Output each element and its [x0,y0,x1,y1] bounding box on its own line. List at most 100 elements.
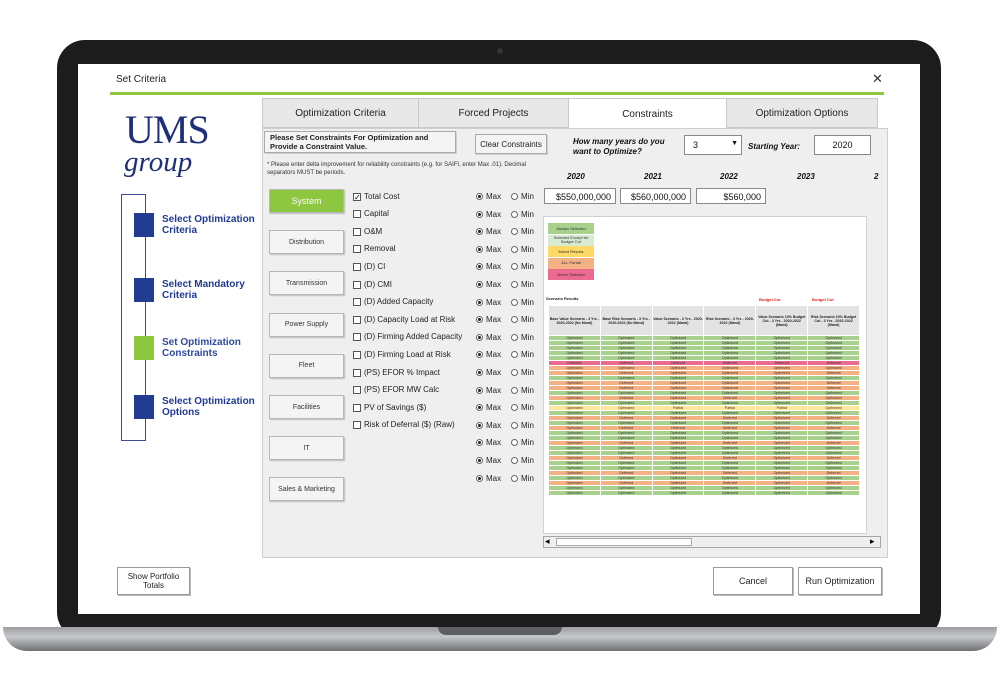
metric-checkbox[interactable] [353,350,361,359]
metric-checkbox[interactable] [353,333,361,342]
step-label[interactable]: Select Optimization Criteria [162,214,262,236]
metric-label: (D) CI [364,261,386,271]
category-button-fleet[interactable]: Fleet [269,353,344,378]
category-button-it[interactable]: IT [269,436,344,461]
min-radio[interactable] [511,193,518,200]
metric-checkbox[interactable] [353,386,361,395]
max-radio[interactable] [476,245,483,253]
min-radio[interactable] [511,386,518,394]
scrollbar-thumb[interactable] [556,538,692,546]
max-label: Max [486,192,502,201]
metric-label: Removal [364,244,396,254]
clear-constraints-button[interactable]: Clear Constraints [475,134,547,154]
metric-checkbox[interactable] [353,245,361,254]
scroll-left-icon[interactable]: ◂ [545,536,550,547]
min-radio[interactable] [511,369,518,376]
metric-label: Total Cost [364,191,400,201]
close-icon[interactable]: ✕ [872,71,883,87]
category-button-distribution[interactable]: Distribution [269,230,344,255]
min-label: Min [521,262,534,272]
max-radio[interactable] [476,210,483,218]
tab-optimization-criteria[interactable]: Optimization Criteria [262,98,419,128]
max-label: Max [486,368,502,377]
max-radio[interactable] [476,333,483,341]
min-label: Min [521,192,534,201]
metric-checkbox[interactable] [353,210,361,219]
max-label: Max [486,473,502,483]
max-label: Max [486,227,502,237]
metric-checkbox[interactable] [353,280,361,289]
min-radio[interactable] [511,474,518,482]
metric-checkbox[interactable] [353,227,361,236]
category-button-facilities[interactable]: Facilities [269,395,344,419]
metric-label: (PS) EFOR MW Calc [364,385,440,395]
webcam [497,48,503,54]
metric-label: PV of Savings ($) [364,402,427,412]
category-button-sales-marketing[interactable]: Sales & Marketing [269,477,344,502]
min-label: Min [521,403,534,413]
horizontal-scrollbar[interactable]: ◂ ▸ [543,536,881,548]
column-header: Risk Scenario 10% Budget Cut - 3 Yrs - 2… [807,305,860,336]
run-optimization-button[interactable]: Run Optimization [798,567,882,595]
metric-label: (D) Firming Load at Risk [364,349,451,359]
step-label[interactable]: Select Mandatory Criteria [162,279,262,301]
starting-year-label: Starting Year: [748,142,801,151]
tab-forced-projects[interactable]: Forced Projects [418,98,569,128]
min-label: Min [521,456,534,465]
category-button-power-supply[interactable]: Power Supply [269,312,344,337]
metric-label: O&M [364,226,383,236]
min-radio[interactable] [511,210,518,218]
step-label[interactable]: Set Optimization Constraints [162,337,262,359]
value-input-2020[interactable]: $550,000,000 [544,188,616,204]
years-dropdown[interactable]: 3 ▼ [684,135,742,155]
step-label[interactable]: Select Optimization Options [162,396,262,418]
metric-checkbox[interactable] [353,403,361,412]
chevron-down-icon: ▼ [731,140,738,147]
min-radio[interactable] [511,421,518,429]
step-marker [134,213,154,237]
max-radio[interactable] [476,457,483,464]
max-radio[interactable] [476,281,483,288]
table-row: Optimized Optimized Optimized Optimized Opti… [548,490,860,496]
logo-ums: UMS [125,107,210,152]
metric-checkbox[interactable] [353,298,361,307]
max-radio[interactable] [476,193,483,200]
value-input-2021[interactable]: $560,000,000 [620,188,691,204]
scroll-right-icon[interactable]: ▸ [870,536,875,547]
min-label: Min [521,368,534,377]
scenario-results-sheet: Always Selected Selected Except for Budge… [543,216,867,534]
step-marker [134,395,154,419]
max-radio[interactable] [476,474,483,482]
min-label: Min [521,350,534,360]
metric-checkbox[interactable] [353,368,361,377]
max-radio[interactable] [476,298,483,306]
metric-checkbox[interactable] [353,421,361,430]
category-button-transmission[interactable]: Transmission [269,271,344,296]
metric-checkbox[interactable] [353,315,361,324]
tab-optimization-options[interactable]: Optimization Options [726,98,878,128]
show-portfolio-totals-button[interactable]: Show Portfolio Totals [117,567,190,595]
step-marker [134,278,154,302]
min-radio[interactable] [511,281,518,288]
legend-item: Selected Except for Budget Cut [548,234,594,246]
min-radio[interactable] [511,245,518,253]
cancel-button[interactable]: Cancel [713,567,793,595]
max-radio[interactable] [476,369,483,376]
metric-checkbox[interactable]: ✓ [353,192,361,201]
scenario-results-table: Base Value Scenario - 3 Yrs - 2020-2022 … [548,305,860,496]
min-radio[interactable] [511,333,518,341]
max-radio[interactable] [476,386,483,394]
legend-item: Mixed Results [548,246,594,257]
min-radio[interactable] [511,298,518,306]
max-radio[interactable] [476,421,483,429]
legend-item: ALL Partial [548,257,594,269]
value-input-2022[interactable]: $560,000 [696,188,766,204]
min-label: Min [521,244,534,254]
starting-year-input[interactable]: 2020 [814,135,871,155]
max-label: Max [486,315,502,325]
tab-constraints[interactable]: Constraints [568,98,727,130]
metric-checkbox[interactable] [353,262,361,271]
year-header-2: 2022 [720,172,738,181]
min-radio[interactable] [511,457,518,464]
category-button-system[interactable]: System [269,189,344,213]
